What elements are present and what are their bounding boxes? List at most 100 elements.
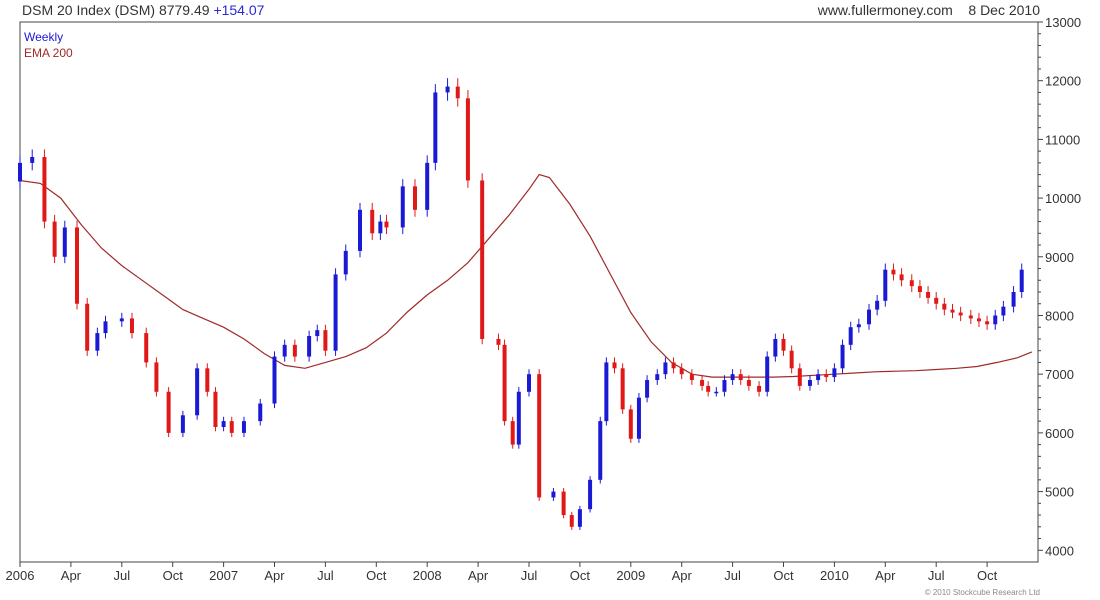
candle-up <box>765 356 770 392</box>
candle-up <box>816 374 821 381</box>
candle-down <box>934 297 939 304</box>
x-tick-label: Oct <box>163 568 184 583</box>
candle-up <box>655 374 660 381</box>
candle-up <box>1001 306 1006 316</box>
candle-up <box>636 397 641 439</box>
candle-down <box>671 362 676 369</box>
candle-down <box>899 274 904 281</box>
candle-down <box>620 368 625 410</box>
candle-down <box>746 380 751 386</box>
x-tick-label: Oct <box>977 568 998 583</box>
candle-down <box>781 338 786 351</box>
candle-down <box>42 157 47 222</box>
y-tick-label: 4000 <box>1045 543 1074 558</box>
legend-weekly: Weekly <box>24 30 64 44</box>
candle-down <box>917 286 922 292</box>
x-tick-label: 2006 <box>6 568 35 583</box>
candle-down <box>502 344 507 422</box>
candle-up <box>577 509 582 527</box>
y-tick-label: 5000 <box>1045 485 1074 500</box>
x-axis-labels: 2006 Apr Jul Oct 2007 Apr Jul Oct 2008 Apr Jul Oct 2… <box>6 568 998 583</box>
candle-up <box>445 86 450 93</box>
candle-down <box>797 368 802 386</box>
candle-down <box>205 368 210 392</box>
candle-up <box>30 157 35 163</box>
candle-up <box>840 344 845 369</box>
candle-down <box>52 221 57 257</box>
candle-down <box>569 515 574 527</box>
candle-up <box>433 92 438 163</box>
candle-up <box>307 336 312 357</box>
candle-up <box>18 162 22 182</box>
candle-up <box>848 327 853 345</box>
candle-up <box>807 380 812 386</box>
candle-down <box>700 380 705 386</box>
price-change: +154.07 <box>213 2 265 18</box>
candle-down <box>561 491 566 516</box>
candle-down <box>144 333 149 363</box>
candle-up <box>730 374 735 381</box>
candle-down <box>213 391 218 427</box>
candle-down <box>412 186 417 210</box>
candle-up <box>1011 292 1016 307</box>
candle-up <box>604 362 609 422</box>
candle-up <box>875 300 880 310</box>
candle-up <box>883 269 888 301</box>
candle-up <box>315 330 320 337</box>
candle-up <box>119 318 124 322</box>
candle-down <box>968 315 973 319</box>
candle-up <box>867 309 872 325</box>
candle-up <box>588 479 593 510</box>
candle-down <box>706 385 711 392</box>
candle-up <box>103 321 108 334</box>
candle-up <box>527 374 531 392</box>
x-tick-label: Apr <box>61 568 82 583</box>
candle-down <box>75 227 80 304</box>
x-tick-label: Jul <box>928 568 945 583</box>
y-axis-labels: 4000 5000 6000 7000 8000 9000 10000 11000 12000 1… <box>1045 15 1081 558</box>
chart-date: 8 Dec 2010 <box>968 2 1040 18</box>
candle-down <box>789 350 794 369</box>
candle-down <box>689 374 694 381</box>
x-tick-label: Oct <box>570 568 591 583</box>
x-tick-label: Jul <box>724 568 741 583</box>
candle-up <box>333 274 338 351</box>
candle-up <box>180 415 185 433</box>
candle-up <box>714 391 719 394</box>
candle-down <box>510 421 515 445</box>
candle-down <box>891 269 896 275</box>
candle-up <box>378 221 383 234</box>
price-chart: 4000 5000 6000 7000 8000 9000 10000 11000 12000 1… <box>6 15 1082 583</box>
chart-title: DSM 20 Index (DSM) 8779.49 +154.07 <box>22 2 264 18</box>
candle-down <box>757 385 762 392</box>
axes <box>19 21 1043 567</box>
x-tick-label: Oct <box>366 568 387 583</box>
y-tick-label: 11000 <box>1045 132 1080 147</box>
candle-down <box>926 292 931 298</box>
candle-up <box>425 162 430 210</box>
x-tick-label: 2007 <box>209 568 238 583</box>
candle-down <box>480 180 485 339</box>
candle-up <box>358 209 363 251</box>
y-tick-label: 8000 <box>1045 308 1074 323</box>
x-tick-label: Apr <box>875 568 896 583</box>
candle-up <box>272 356 277 404</box>
candle-up <box>62 227 67 257</box>
candle-up <box>645 380 650 398</box>
candle-up <box>95 333 100 351</box>
x-tick-label: 2008 <box>413 568 442 583</box>
candle-up <box>221 421 226 427</box>
candle-up <box>195 368 200 416</box>
candle-down <box>370 209 375 234</box>
x-tick-label: 2010 <box>820 568 849 583</box>
candle-down <box>166 391 171 433</box>
candle-down <box>958 312 963 316</box>
candle-up <box>722 380 727 392</box>
candle-down <box>950 309 955 313</box>
x-tick-label: Jul <box>113 568 130 583</box>
symbol-name: DSM 20 Index (DSM) <box>22 2 156 18</box>
y-tick-label: 10000 <box>1045 191 1081 206</box>
candle-down <box>129 318 134 334</box>
x-tick-label: Apr <box>672 568 693 583</box>
y-tick-label: 13000 <box>1045 15 1081 30</box>
